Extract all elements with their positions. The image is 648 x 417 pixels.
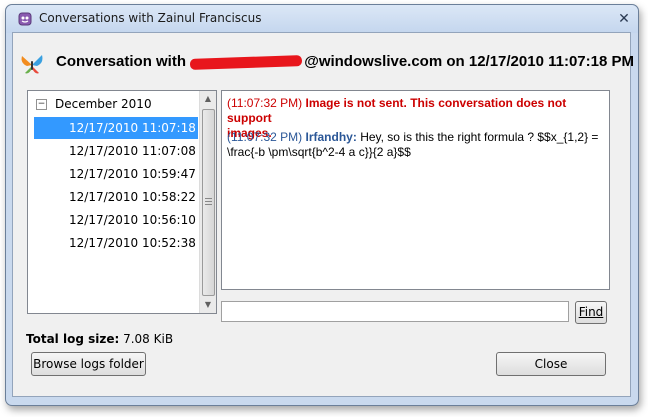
conversation-header: Conversation with @windowslive.com on 12…: [19, 48, 634, 78]
message-text: Hey, so is this the right formula ? $$x_…: [360, 130, 599, 144]
window-close-icon[interactable]: ✕: [616, 11, 632, 27]
conversation-title: Conversation with @windowslive.com on 12…: [56, 53, 634, 70]
tree-item-log[interactable]: 12/17/2010 11:07:18 PM: [34, 117, 200, 139]
log-tree-content: −December 2010 12/17/2010 11:07:18 PM 12…: [28, 91, 200, 313]
find-button[interactable]: Find: [575, 301, 607, 324]
log-tree[interactable]: −December 2010 12/17/2010 11:07:18 PM 12…: [27, 90, 217, 314]
total-log-size-value: 7.08 KiB: [123, 332, 174, 346]
tree-item-log[interactable]: 12/17/2010 10:58:22 PM: [34, 186, 200, 208]
pidgin-app-icon: [18, 12, 32, 26]
title-bar[interactable]: Conversations with Zainul Franciscus ✕: [6, 5, 638, 33]
tree-scrollbar[interactable]: ▲ ▼: [199, 91, 216, 313]
scroll-thumb[interactable]: [202, 109, 215, 296]
chat-message: (11:07:32 PM) Irfandhy: Hey, so is this …: [227, 130, 602, 160]
tree-item-log[interactable]: 12/17/2010 10:52:38 PM: [34, 232, 200, 254]
tree-item-log[interactable]: 12/17/2010 10:59:47 PM: [34, 163, 200, 185]
find-input[interactable]: [221, 301, 569, 322]
message-sender: Irfandhy:: [305, 130, 357, 144]
total-log-size: Total log size: 7.08 KiB: [26, 332, 173, 346]
scroll-down-icon[interactable]: ▼: [200, 297, 216, 313]
thumb-grip: [205, 204, 212, 205]
butterfly-icon: [21, 55, 43, 74]
close-button[interactable]: Close: [496, 352, 606, 376]
conversation-log-view[interactable]: (11:07:32 PM) Image is not sent. This co…: [221, 90, 610, 290]
thumb-grip: [205, 198, 212, 199]
message-timestamp: (11:07:32 PM): [227, 130, 303, 144]
scroll-up-icon[interactable]: ▲: [200, 91, 216, 107]
conversation-title-prefix: Conversation with: [56, 53, 187, 70]
collapse-icon[interactable]: −: [36, 99, 47, 110]
tree-group-label: December 2010: [55, 97, 152, 111]
browse-button-label: Browse logs folder: [33, 357, 144, 371]
thumb-grip: [205, 201, 212, 202]
message-text-cont: \frac{-b \pm\sqrt{b^2-4 a c}}{2 a}$$: [227, 145, 411, 159]
conversation-date: on 12/17/2010 11:07:18 PM: [446, 53, 634, 70]
find-button-label: Find: [578, 305, 604, 319]
tree-item-log[interactable]: 12/17/2010 10:56:10 PM: [34, 209, 200, 231]
tree-item-log[interactable]: 12/17/2010 11:07:08 PM: [34, 140, 200, 162]
email-suffix: @windowslive.com: [304, 53, 443, 70]
close-button-label: Close: [534, 357, 568, 371]
tree-group-december-2010[interactable]: − December 2010: [36, 97, 152, 113]
redaction-mark: [190, 54, 303, 70]
window-title: Conversations with Zainul Franciscus: [39, 11, 262, 25]
message-timestamp: (11:07:32 PM): [227, 96, 303, 110]
browse-logs-folder-button[interactable]: Browse logs folder: [31, 352, 146, 376]
total-log-size-label: Total log size:: [26, 332, 120, 346]
